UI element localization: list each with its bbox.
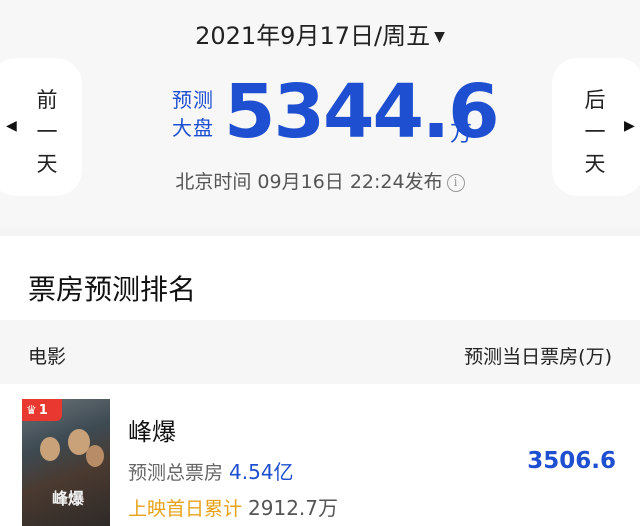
total-prediction: 预测总票房 4.54亿 [128,460,294,484]
ranking-title: 票房预测排名 [28,273,197,306]
prev-day-label: 前 一 天 [36,88,58,176]
prediction-unit: 万 [450,122,473,147]
caret-down-icon[interactable]: ▼ [434,29,445,45]
info-icon[interactable]: i [446,173,465,192]
movie-poster[interactable]: ♛ 1 峰爆 [22,399,110,526]
rank-badge: ♛ 1 [22,399,62,421]
date-selector[interactable]: 2021年9月17日/周五 ▼ [0,16,640,51]
prediction-label: 预测 大盘 [172,88,214,140]
col-value-header: 预测当日票房(万) [464,346,612,368]
first-day-total: 上映首日累计 2912.7万 [128,496,338,520]
publish-time: 北京时间 09月16日 22:24发布 i [0,167,640,194]
next-day-label: 后 一 天 [584,88,606,176]
poster-title: 峰爆 [52,489,85,508]
movie-title[interactable]: 峰爆 [128,412,176,447]
day-prediction-value: 3506.6 [527,448,616,474]
header-panel: 2021年9月17日/周五 ▼ ◀ 前 一 天 预测 大盘 5344.6 万 后 … [0,0,640,228]
chevron-right-icon: ▶ [624,118,635,134]
date-label[interactable]: 2021年9月17日/周五 [195,22,430,50]
chevron-left-icon: ◀ [6,118,17,134]
table-header: 电影 预测当日票房(万) [0,320,640,384]
col-movie-header: 电影 [28,346,67,368]
crown-icon: ♛ [26,403,37,417]
